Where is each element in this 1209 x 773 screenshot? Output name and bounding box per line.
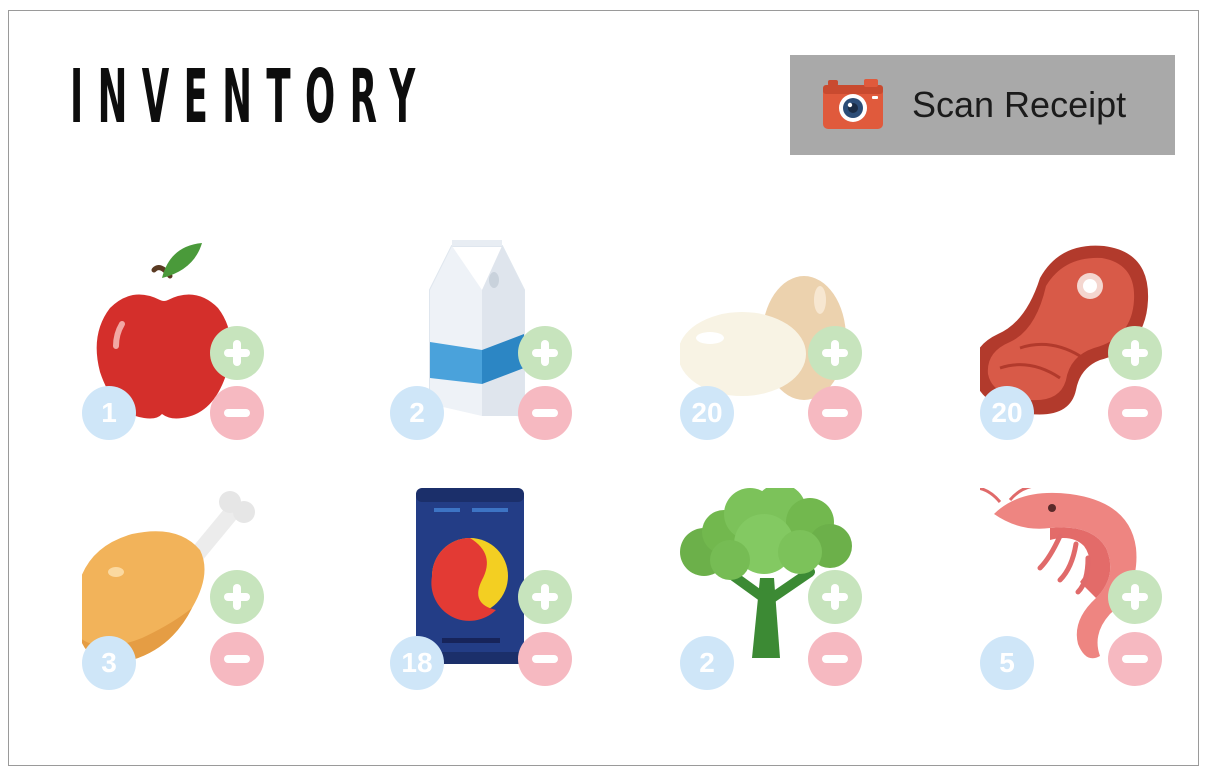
- decrement-broccoli-button[interactable]: [808, 632, 862, 686]
- scan-receipt-label: Scan Receipt: [912, 84, 1127, 125]
- minus-icon: [532, 655, 558, 663]
- plus-icon: [224, 340, 250, 366]
- inventory-item-soda: 18: [390, 488, 580, 693]
- camera-icon: [823, 79, 883, 129]
- item-count-badge: 20: [680, 386, 734, 440]
- inventory-item-apple: 1: [82, 238, 272, 443]
- plus-icon: [532, 340, 558, 366]
- minus-icon: [1122, 655, 1148, 663]
- plus-icon: [224, 584, 250, 610]
- minus-icon: [822, 655, 848, 663]
- plus-icon: [1122, 584, 1148, 610]
- inventory-item-shrimp: 5: [980, 488, 1170, 693]
- inventory-item-milk: 2: [390, 238, 580, 443]
- item-count-badge: 18: [390, 636, 444, 690]
- plus-icon: [1122, 340, 1148, 366]
- increment-steak-button[interactable]: [1108, 326, 1162, 380]
- item-count-badge: 3: [82, 636, 136, 690]
- increment-soda-button[interactable]: [518, 570, 572, 624]
- plus-icon: [822, 584, 848, 610]
- inventory-item-steak: 20: [980, 238, 1170, 443]
- decrement-soda-button[interactable]: [518, 632, 572, 686]
- decrement-steak-button[interactable]: [1108, 386, 1162, 440]
- decrement-eggs-button[interactable]: [808, 386, 862, 440]
- decrement-milk-button[interactable]: [518, 386, 572, 440]
- inventory-item-chicken: 3: [82, 488, 272, 693]
- item-count-badge: 1: [82, 386, 136, 440]
- minus-icon: [532, 409, 558, 417]
- item-count-badge: 2: [390, 386, 444, 440]
- decrement-shrimp-button[interactable]: [1108, 632, 1162, 686]
- increment-apple-button[interactable]: [210, 326, 264, 380]
- inventory-item-broccoli: 2: [680, 488, 870, 693]
- item-count-badge: 20: [980, 386, 1034, 440]
- minus-icon: [224, 655, 250, 663]
- increment-eggs-button[interactable]: [808, 326, 862, 380]
- minus-icon: [224, 409, 250, 417]
- minus-icon: [822, 409, 848, 417]
- increment-broccoli-button[interactable]: [808, 570, 862, 624]
- scan-receipt-button[interactable]: Scan Receipt: [790, 55, 1175, 155]
- minus-icon: [1122, 409, 1148, 417]
- decrement-chicken-button[interactable]: [210, 632, 264, 686]
- plus-icon: [532, 584, 558, 610]
- plus-icon: [822, 340, 848, 366]
- increment-shrimp-button[interactable]: [1108, 570, 1162, 624]
- page-title: INVENTORY: [70, 54, 430, 140]
- increment-milk-button[interactable]: [518, 326, 572, 380]
- increment-chicken-button[interactable]: [210, 570, 264, 624]
- inventory-item-eggs: 20: [680, 238, 870, 443]
- decrement-apple-button[interactable]: [210, 386, 264, 440]
- item-count-badge: 5: [980, 636, 1034, 690]
- item-count-badge: 2: [680, 636, 734, 690]
